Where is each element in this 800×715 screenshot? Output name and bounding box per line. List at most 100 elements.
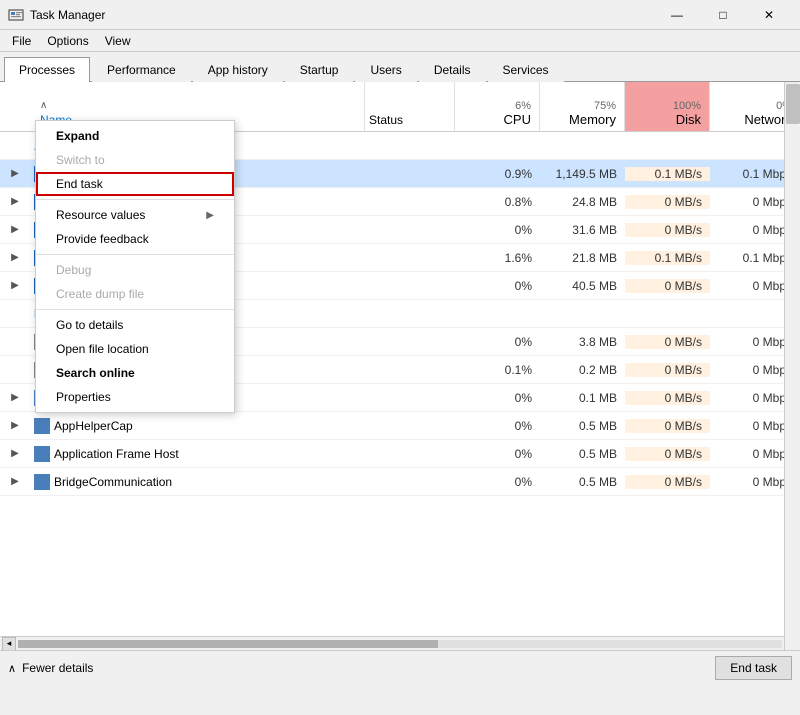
table-row[interactable]: ▶ Application Frame Host 0% 0.5 MB 0 MB/… <box>0 440 800 468</box>
memory-pct: 75% <box>594 100 616 112</box>
row-cpu: 0% <box>455 391 540 405</box>
row-disk: 0 MB/s <box>625 475 710 489</box>
vertical-scrollbar[interactable] <box>784 82 800 650</box>
hscroll-left-button[interactable]: ◂ <box>2 637 16 651</box>
row-disk: 0.1 MB/s <box>625 167 710 181</box>
ctx-sep-2 <box>36 254 234 255</box>
row-cpu: 0.9% <box>455 167 540 181</box>
fewer-details-label: Fewer details <box>22 661 93 675</box>
ctx-provide-feedback[interactable]: Provide feedback <box>36 227 234 251</box>
ctx-go-to-details[interactable]: Go to details <box>36 313 234 337</box>
row-expand-icon[interactable]: ▶ <box>0 476 30 487</box>
row-memory: 0.5 MB <box>540 447 625 461</box>
titlebar-title: Task Manager <box>30 8 654 22</box>
fewer-details-arrow: ∧ <box>8 662 16 675</box>
ctx-properties[interactable]: Properties <box>36 385 234 409</box>
row-cpu: 0% <box>455 335 540 349</box>
row-memory: 3.8 MB <box>540 335 625 349</box>
row-memory: 0.5 MB <box>540 419 625 433</box>
ctx-expand[interactable]: Expand <box>36 124 234 148</box>
fewer-details-button[interactable]: ∧ Fewer details <box>8 661 93 675</box>
row-memory: 0.1 MB <box>540 391 625 405</box>
tab-details[interactable]: Details <box>419 57 486 82</box>
tab-startup[interactable]: Startup <box>285 57 354 82</box>
tab-users[interactable]: Users <box>355 57 416 82</box>
main-content: ∧ Name Status 6% CPU 75% Memory 100% Dis… <box>0 82 800 650</box>
row-memory: 21.8 MB <box>540 251 625 265</box>
ctx-sep-3 <box>36 309 234 310</box>
row-cpu: 0% <box>455 447 540 461</box>
sort-arrow-icon[interactable]: ∧ <box>40 100 364 111</box>
row-cpu: 0% <box>455 475 540 489</box>
ctx-sep-1 <box>36 199 234 200</box>
col-header-status[interactable]: Status <box>369 113 454 127</box>
row-name: Application Frame Host <box>54 447 365 461</box>
row-memory: 1,149.5 MB <box>540 167 625 181</box>
close-button[interactable]: ✕ <box>746 0 792 30</box>
hscroll-track[interactable] <box>18 640 782 648</box>
row-name-wrap: AppHelperCap <box>30 418 365 434</box>
titlebar-icon <box>8 7 24 23</box>
row-cpu: 0% <box>455 279 540 293</box>
table-row[interactable]: ▶ BridgeCommunication 0% 0.5 MB 0 MB/s 0… <box>0 468 800 496</box>
ctx-debug[interactable]: Debug <box>36 258 234 282</box>
ctx-resource-values[interactable]: Resource values ▶ <box>36 203 234 227</box>
svc-icon <box>34 474 50 490</box>
scroll-thumb[interactable] <box>786 84 800 124</box>
row-expand-icon[interactable]: ▶ <box>0 196 30 207</box>
row-expand-icon[interactable]: ▶ <box>0 168 30 179</box>
row-expand-icon[interactable]: ▶ <box>0 224 30 235</box>
disk-pct: 100% <box>673 100 701 112</box>
header-status-col: Status <box>365 82 455 131</box>
row-expand-icon[interactable]: ▶ <box>0 280 30 291</box>
tab-app-history[interactable]: App history <box>193 57 283 82</box>
end-task-button[interactable]: End task <box>715 656 792 680</box>
row-memory: 24.8 MB <box>540 195 625 209</box>
disk-label: Disk <box>676 112 701 127</box>
memory-label: Memory <box>569 112 616 127</box>
row-name-wrap: BridgeCommunication <box>30 474 365 490</box>
cpu-label: CPU <box>504 112 531 127</box>
tab-services[interactable]: Services <box>488 57 564 82</box>
header-cpu-col[interactable]: 6% CPU <box>455 82 540 131</box>
maximize-button[interactable]: □ <box>700 0 746 30</box>
tab-processes[interactable]: Processes <box>4 57 90 82</box>
menu-options[interactable]: Options <box>39 32 96 50</box>
menu-view[interactable]: View <box>97 32 139 50</box>
ctx-switch-to[interactable]: Switch to <box>36 148 234 172</box>
ctx-submenu-arrow: ▶ <box>206 210 214 221</box>
row-cpu: 0% <box>455 223 540 237</box>
tab-performance[interactable]: Performance <box>92 57 191 82</box>
header-disk-col[interactable]: 100% Disk <box>625 82 710 131</box>
ctx-end-task[interactable]: End task <box>36 172 234 196</box>
row-disk: 0 MB/s <box>625 223 710 237</box>
row-cpu: 1.6% <box>455 251 540 265</box>
row-cpu: 0.1% <box>455 363 540 377</box>
row-memory: 40.5 MB <box>540 279 625 293</box>
menu-file[interactable]: File <box>4 32 39 50</box>
ctx-create-dump[interactable]: Create dump file <box>36 282 234 306</box>
table-row[interactable]: ▶ AppHelperCap 0% 0.5 MB 0 MB/s 0 Mbps <box>0 412 800 440</box>
row-expand-icon[interactable]: ▶ <box>0 420 30 431</box>
row-expand-icon[interactable]: ▶ <box>0 448 30 459</box>
row-disk: 0 MB/s <box>625 391 710 405</box>
row-memory: 0.5 MB <box>540 475 625 489</box>
header-memory-col[interactable]: 75% Memory <box>540 82 625 131</box>
row-expand-icon[interactable]: ▶ <box>0 392 30 403</box>
row-expand-icon[interactable]: ▶ <box>0 252 30 263</box>
minimize-button[interactable]: — <box>654 0 700 30</box>
row-name-wrap: Application Frame Host <box>30 446 365 462</box>
horizontal-scrollbar[interactable]: ◂ ▸ <box>0 636 800 650</box>
row-disk: 0.1 MB/s <box>625 251 710 265</box>
hscroll-thumb[interactable] <box>18 640 438 648</box>
cpu-pct: 6% <box>515 100 531 112</box>
row-cpu: 0.8% <box>455 195 540 209</box>
row-cpu: 0% <box>455 419 540 433</box>
row-disk: 0 MB/s <box>625 195 710 209</box>
row-disk: 0 MB/s <box>625 447 710 461</box>
row-disk: 0 MB/s <box>625 419 710 433</box>
ctx-open-file-location[interactable]: Open file location <box>36 337 234 361</box>
ctx-search-online[interactable]: Search online <box>36 361 234 385</box>
svc-icon <box>34 446 50 462</box>
ctx-resource-label: Resource values <box>56 208 145 222</box>
